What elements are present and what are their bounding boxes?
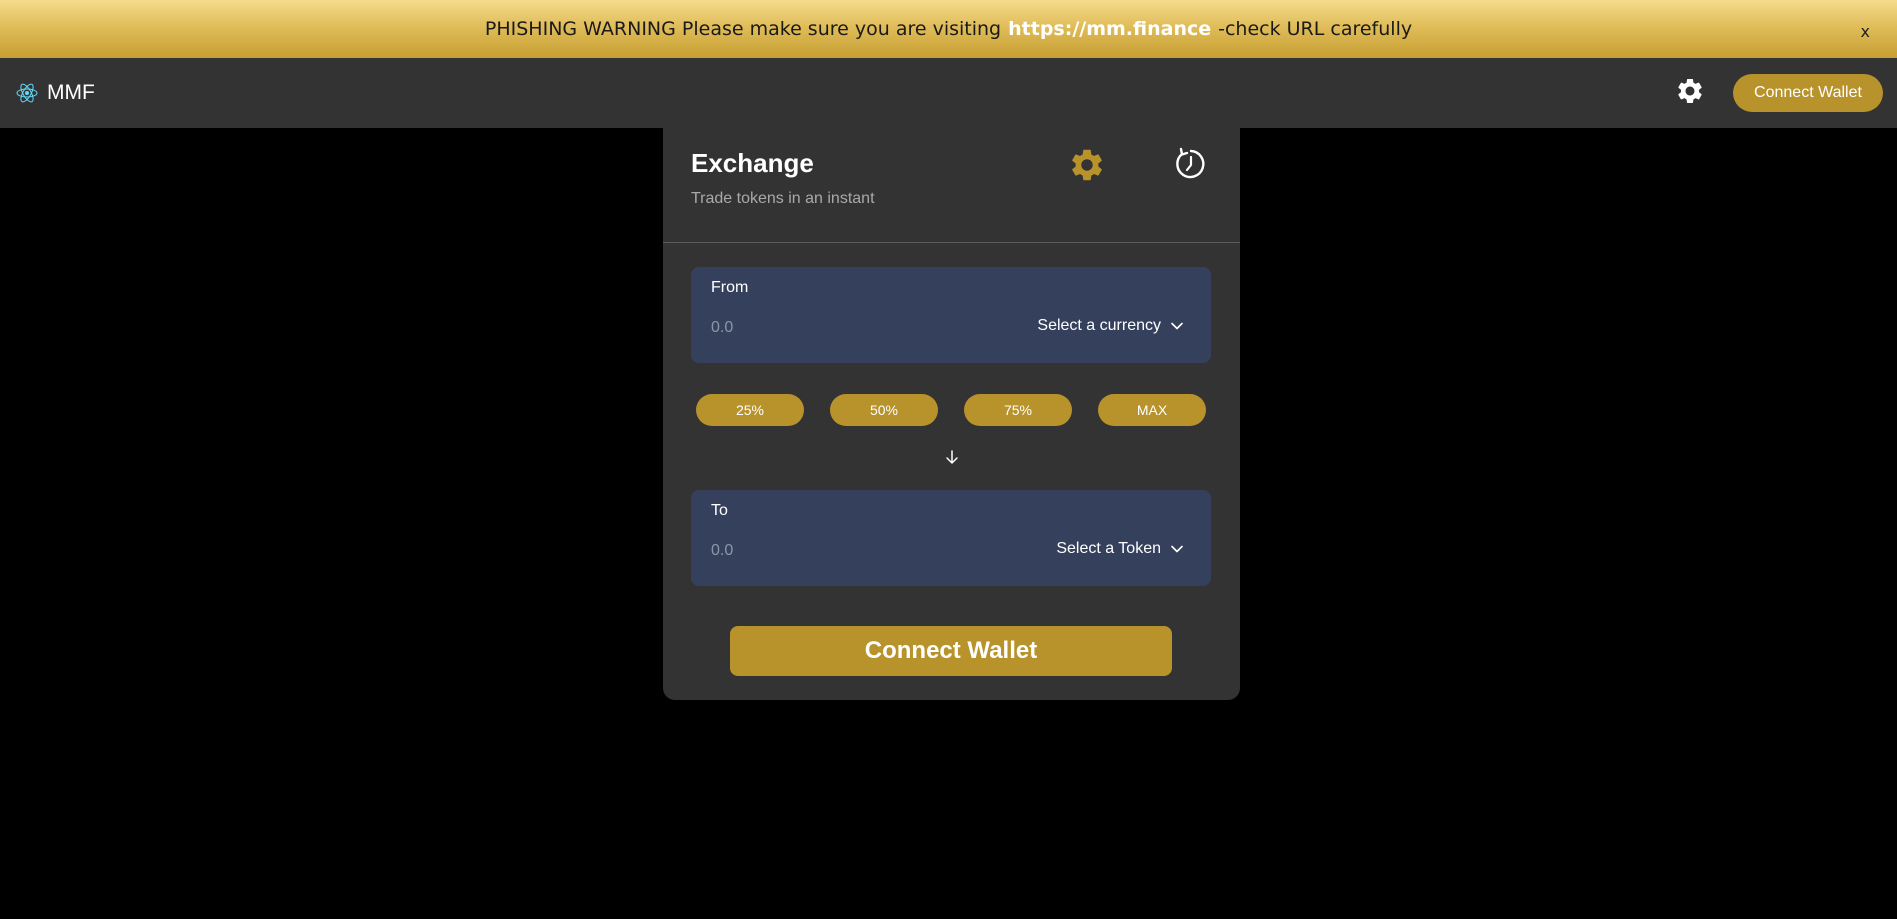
gear-icon[interactable] [1675,76,1705,106]
top-navbar: MMF Connect Wallet [0,58,1897,128]
banner-close-button[interactable]: x [1861,22,1870,41]
to-panel: To Select a Token [691,490,1211,586]
banner-warning-text: PHISHING WARNING Please make sure you ar… [484,18,1002,40]
arrow-down-icon[interactable] [944,449,960,465]
select-currency-label: Select a currency [1037,317,1161,334]
settings-gear-icon[interactable] [1068,146,1106,184]
percent-75-button[interactable]: 75% [964,394,1072,426]
select-token-button[interactable]: Select a Token [1056,540,1183,558]
select-currency-button[interactable]: Select a currency [1037,317,1183,335]
connect-wallet-main-button[interactable]: Connect Wallet [730,626,1172,676]
history-icon[interactable] [1173,146,1209,182]
banner-warning-suffix: -check URL carefully [1218,18,1413,40]
logo-text[interactable]: MMF [47,81,95,105]
from-panel: From Select a currency [691,267,1211,363]
banner-url-link[interactable]: https://mm.finance [1008,18,1211,40]
percentage-buttons: 25% 50% 75% MAX [696,394,1208,426]
from-amount-input[interactable] [711,315,991,341]
select-token-label: Select a Token [1056,540,1161,557]
exchange-card: Exchange Trade tokens in an instant From… [663,128,1240,700]
to-label: To [711,502,728,519]
card-title: Exchange [691,148,814,178]
percent-50-button[interactable]: 50% [830,394,938,426]
to-amount-input[interactable] [711,538,991,564]
from-label: From [711,279,749,296]
react-atom-icon [16,83,38,103]
card-subtitle: Trade tokens in an instant [691,190,875,207]
chevron-down-icon [1171,322,1183,330]
max-button[interactable]: MAX [1098,394,1206,426]
percent-25-button[interactable]: 25% [696,394,804,426]
connect-wallet-button[interactable]: Connect Wallet [1733,74,1883,112]
card-divider [663,242,1240,243]
phishing-warning-banner: PHISHING WARNING Please make sure you ar… [0,0,1897,58]
chevron-down-icon [1171,545,1183,553]
